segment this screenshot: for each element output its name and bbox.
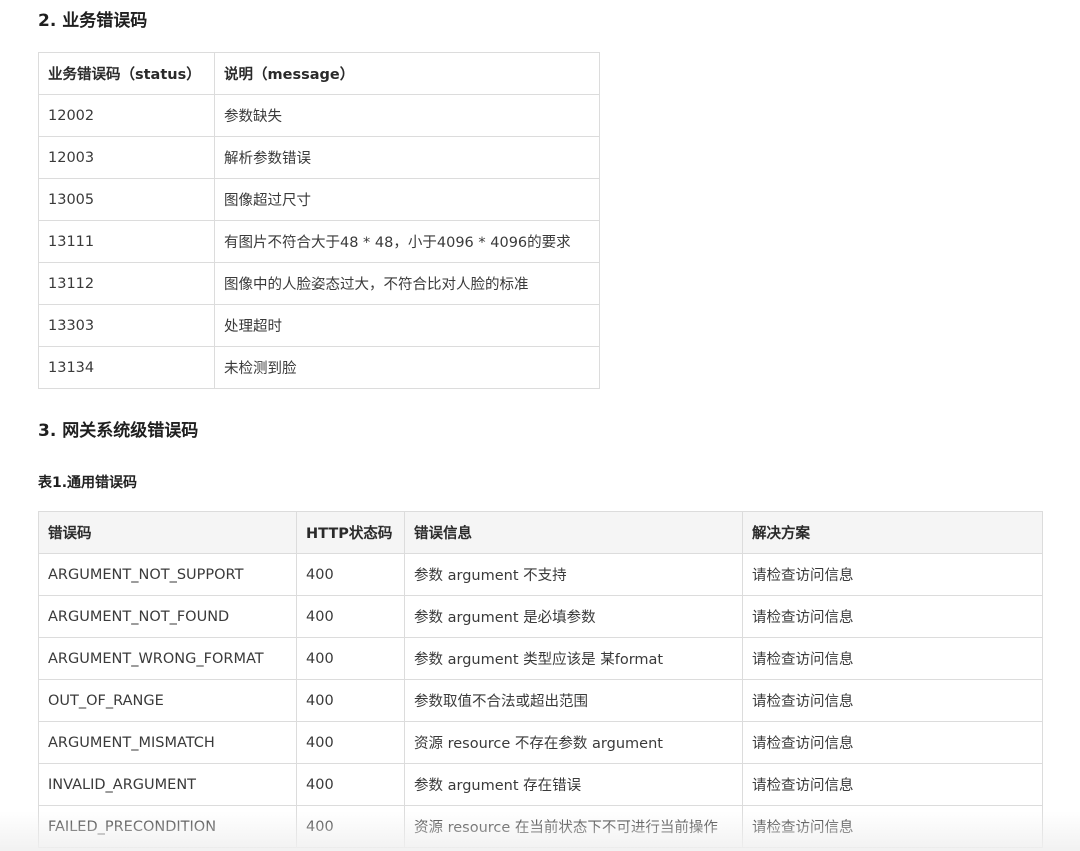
column-header-error-info: 错误信息	[404, 511, 743, 554]
error-info-cell: 参数 argument 不支持	[404, 553, 743, 596]
column-header-error-code: 错误码	[38, 511, 297, 554]
status-cell: 13111	[38, 220, 215, 263]
table-row: ARGUMENT_NOT_FOUND 400 参数 argument 是必填参数…	[38, 595, 1043, 638]
table-row: ARGUMENT_NOT_SUPPORT 400 参数 argument 不支持…	[38, 553, 1043, 596]
column-header-status: 业务错误码（status）	[38, 52, 215, 95]
error-code-cell: ARGUMENT_NOT_FOUND	[38, 595, 297, 638]
business-error-code-table: 业务错误码（status） 说明（message） 12002 参数缺失 120…	[38, 52, 600, 389]
status-cell: 13303	[38, 304, 215, 347]
message-cell: 参数缺失	[214, 94, 600, 137]
error-info-cell: 参数 argument 存在错误	[404, 763, 743, 806]
error-code-cell: OUT_OF_RANGE	[38, 679, 297, 722]
table-header-row: 业务错误码（status） 说明（message）	[38, 52, 600, 95]
column-header-solution: 解决方案	[742, 511, 1043, 554]
table-row: 13134 未检测到脸	[38, 346, 600, 389]
section-2-heading: 2. 业务错误码	[38, 11, 148, 31]
table-header-row: 错误码 HTTP状态码 错误信息 解决方案	[38, 511, 1043, 554]
error-code-cell: ARGUMENT_MISMATCH	[38, 721, 297, 764]
table-row: 13005 图像超过尺寸	[38, 178, 600, 221]
http-status-cell: 400	[296, 637, 405, 680]
table-row: FAILED_PRECONDITION 400 资源 resource 在当前状…	[38, 805, 1043, 848]
solution-cell: 请检查访问信息	[742, 763, 1043, 806]
http-status-cell: 400	[296, 721, 405, 764]
error-info-cell: 资源 resource 在当前状态下不可进行当前操作	[404, 805, 743, 848]
http-status-cell: 400	[296, 553, 405, 596]
http-status-cell: 400	[296, 763, 405, 806]
table-row: ARGUMENT_MISMATCH 400 资源 resource 不存在参数 …	[38, 721, 1043, 764]
http-status-cell: 400	[296, 595, 405, 638]
message-cell: 有图片不符合大于48 * 48，小于4096 * 4096的要求	[214, 220, 600, 263]
error-code-cell: FAILED_PRECONDITION	[38, 805, 297, 848]
column-header-message: 说明（message）	[214, 52, 600, 95]
table-row: INVALID_ARGUMENT 400 参数 argument 存在错误 请检…	[38, 763, 1043, 806]
gateway-error-code-table: 错误码 HTTP状态码 错误信息 解决方案 ARGUMENT_NOT_SUPPO…	[38, 511, 1043, 848]
error-code-cell: ARGUMENT_WRONG_FORMAT	[38, 637, 297, 680]
solution-cell: 请检查访问信息	[742, 721, 1043, 764]
http-status-cell: 400	[296, 679, 405, 722]
table-row: 13303 处理超时	[38, 304, 600, 347]
error-code-cell: ARGUMENT_NOT_SUPPORT	[38, 553, 297, 596]
table-row: 13111 有图片不符合大于48 * 48，小于4096 * 4096的要求	[38, 220, 600, 263]
message-cell: 未检测到脸	[214, 346, 600, 389]
error-info-cell: 资源 resource 不存在参数 argument	[404, 721, 743, 764]
message-cell: 图像中的人脸姿态过大，不符合比对人脸的标准	[214, 262, 600, 305]
table-caption: 表1.通用错误码	[38, 475, 138, 491]
table-row: 12002 参数缺失	[38, 94, 600, 137]
error-code-cell: INVALID_ARGUMENT	[38, 763, 297, 806]
table-row: ARGUMENT_WRONG_FORMAT 400 参数 argument 类型…	[38, 637, 1043, 680]
error-info-cell: 参数取值不合法或超出范围	[404, 679, 743, 722]
section-3-heading: 3. 网关系统级错误码	[38, 421, 199, 441]
status-cell: 13005	[38, 178, 215, 221]
error-info-cell: 参数 argument 是必填参数	[404, 595, 743, 638]
message-cell: 图像超过尺寸	[214, 178, 600, 221]
status-cell: 13112	[38, 262, 215, 305]
status-cell: 12002	[38, 94, 215, 137]
message-cell: 解析参数错误	[214, 136, 600, 179]
column-header-http-status: HTTP状态码	[296, 511, 405, 554]
message-cell: 处理超时	[214, 304, 600, 347]
table-row: OUT_OF_RANGE 400 参数取值不合法或超出范围 请检查访问信息	[38, 679, 1043, 722]
solution-cell: 请检查访问信息	[742, 637, 1043, 680]
solution-cell: 请检查访问信息	[742, 595, 1043, 638]
http-status-cell: 400	[296, 805, 405, 848]
solution-cell: 请检查访问信息	[742, 679, 1043, 722]
status-cell: 13134	[38, 346, 215, 389]
table-row: 13112 图像中的人脸姿态过大，不符合比对人脸的标准	[38, 262, 600, 305]
status-cell: 12003	[38, 136, 215, 179]
solution-cell: 请检查访问信息	[742, 553, 1043, 596]
error-info-cell: 参数 argument 类型应该是 某format	[404, 637, 743, 680]
table-row: 12003 解析参数错误	[38, 136, 600, 179]
solution-cell: 请检查访问信息	[742, 805, 1043, 848]
